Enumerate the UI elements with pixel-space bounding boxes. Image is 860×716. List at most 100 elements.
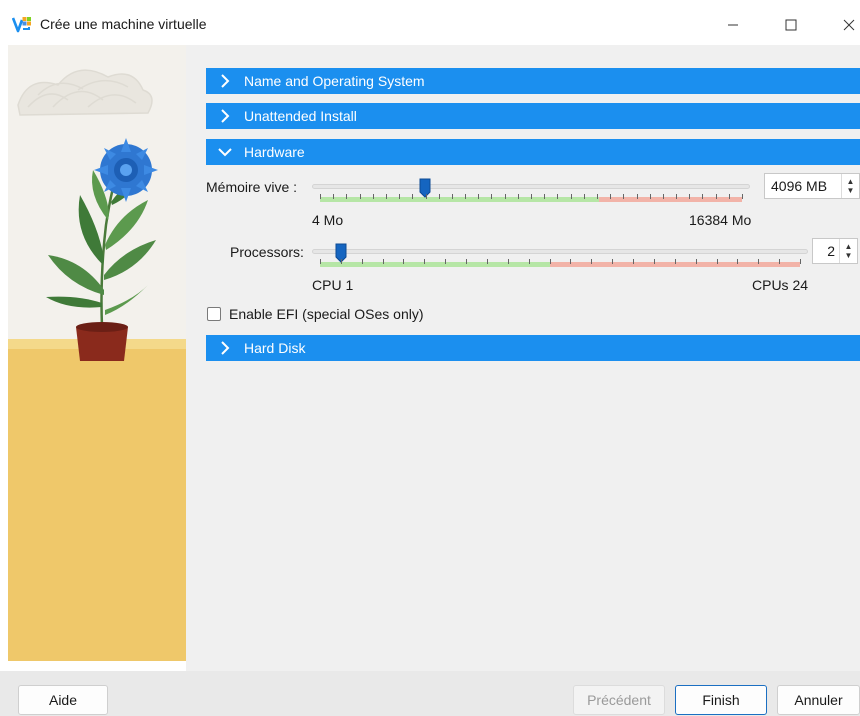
slider-tick [758, 259, 760, 264]
processors-value: 2 [827, 243, 835, 259]
slider-tick [491, 194, 493, 199]
help-button[interactable]: Aide [18, 685, 108, 715]
processors-slider-groove [312, 249, 808, 254]
slider-tick [676, 194, 678, 199]
slider-tick [596, 194, 598, 199]
slider-tick [382, 259, 384, 264]
slider-tick [689, 194, 691, 199]
previous-button[interactable]: Précédent [573, 685, 665, 715]
wizard-artwork [8, 45, 186, 661]
title-bar: Crée une machine virtuelle [0, 0, 860, 50]
slider-tick [728, 194, 730, 199]
slider-tick [716, 259, 718, 264]
section-hardware[interactable]: Hardware [206, 139, 860, 165]
memory-stepper[interactable]: ▲ ▼ [841, 174, 859, 198]
slider-tick [333, 194, 335, 199]
processors-min-label: CPU 1 [312, 277, 354, 293]
processors-max-label: CPUs 24 [752, 277, 809, 293]
arrow-up-icon[interactable]: ▲ [845, 242, 853, 251]
slider-tick [583, 194, 585, 199]
slider-tick [549, 259, 551, 264]
chevron-right-icon [221, 74, 230, 88]
slider-tick [742, 194, 743, 199]
slider-tick [702, 194, 704, 199]
slider-tick [531, 194, 532, 199]
arrow-down-icon[interactable]: ▼ [847, 186, 855, 195]
arrow-up-icon[interactable]: ▲ [847, 177, 855, 186]
finish-button[interactable]: Finish [675, 685, 767, 715]
slider-tick [649, 194, 651, 199]
maximize-button[interactable] [776, 12, 806, 38]
chevron-right-icon [221, 341, 230, 355]
slider-tick [359, 194, 361, 199]
slider-tick [528, 259, 530, 264]
slider-tick [399, 194, 401, 199]
section-hard-disk[interactable]: Hard Disk [206, 335, 860, 361]
cancel-button[interactable]: Annuler [777, 685, 860, 715]
minimize-button[interactable] [718, 12, 748, 38]
section-hard-disk-label: Hard Disk [244, 340, 306, 356]
close-button[interactable] [834, 12, 860, 38]
close-icon [843, 19, 855, 31]
slider-tick [737, 259, 739, 264]
processors-label: Processors: [230, 244, 304, 260]
memory-value: 4096 MB [771, 178, 828, 194]
slider-tick [486, 259, 488, 264]
section-name-os[interactable]: Name and Operating System [206, 68, 860, 94]
slider-tick [557, 194, 559, 199]
slider-tick [346, 194, 348, 199]
slider-tick [372, 194, 374, 199]
window-title: Crée une machine virtuelle [40, 16, 207, 32]
slider-tick [504, 194, 506, 199]
processors-slider[interactable] [312, 243, 808, 273]
slider-tick [465, 194, 467, 199]
slider-tick [466, 259, 468, 264]
slider-tick [361, 259, 363, 264]
memory-spinbox[interactable]: 4096 MB ▲ ▼ [764, 173, 860, 199]
slider-tick [623, 194, 625, 199]
memory-min-label: 4 Mo [312, 212, 344, 228]
arrow-down-icon[interactable]: ▼ [845, 251, 853, 260]
chevron-down-icon [218, 148, 232, 157]
slider-tick [695, 259, 697, 264]
slider-tick [633, 259, 635, 264]
section-unattended-label: Unattended Install [244, 108, 357, 124]
flower-pot-illustration [8, 45, 186, 661]
efi-label: Enable EFI (special OSes only) [229, 306, 424, 322]
slider-tick [636, 194, 638, 199]
slider-tick [438, 194, 440, 199]
section-name-os-label: Name and Operating System [244, 73, 425, 89]
memory-slider[interactable] [312, 178, 750, 208]
chevron-right-icon [221, 109, 230, 123]
memory-warning-zone [598, 197, 742, 202]
processors-spinbox[interactable]: 2 ▲ ▼ [812, 238, 858, 264]
cancel-button-label: Annuler [794, 692, 843, 708]
slider-tick [385, 194, 387, 199]
section-hardware-label: Hardware [244, 144, 305, 160]
memory-slider-groove [312, 184, 750, 189]
processors-recommended-zone [320, 262, 551, 267]
slider-tick [591, 259, 593, 264]
wizard-content: Name and Operating System Unattended Ins… [186, 45, 860, 671]
finish-button-label: Finish [702, 692, 740, 708]
memory-max-label: 16384 Mo [689, 212, 752, 228]
help-button-label: Aide [48, 692, 78, 708]
efi-checkbox[interactable] [207, 307, 221, 321]
slider-tick [674, 259, 676, 264]
slider-tick [403, 259, 405, 264]
slider-tick [517, 194, 519, 199]
slider-tick [715, 194, 717, 199]
maximize-icon [785, 19, 797, 31]
slider-tick [612, 259, 614, 264]
previous-button-label: Précédent [587, 692, 651, 708]
slider-tick [445, 259, 447, 264]
slider-tick [320, 259, 321, 264]
slider-tick [507, 259, 509, 264]
section-unattended-install[interactable]: Unattended Install [206, 103, 860, 129]
processors-stepper[interactable]: ▲ ▼ [839, 239, 857, 263]
slider-tick [570, 259, 572, 264]
slider-tick [544, 194, 546, 199]
slider-tick [570, 194, 572, 199]
slider-tick [610, 194, 612, 199]
slider-tick [478, 194, 480, 199]
